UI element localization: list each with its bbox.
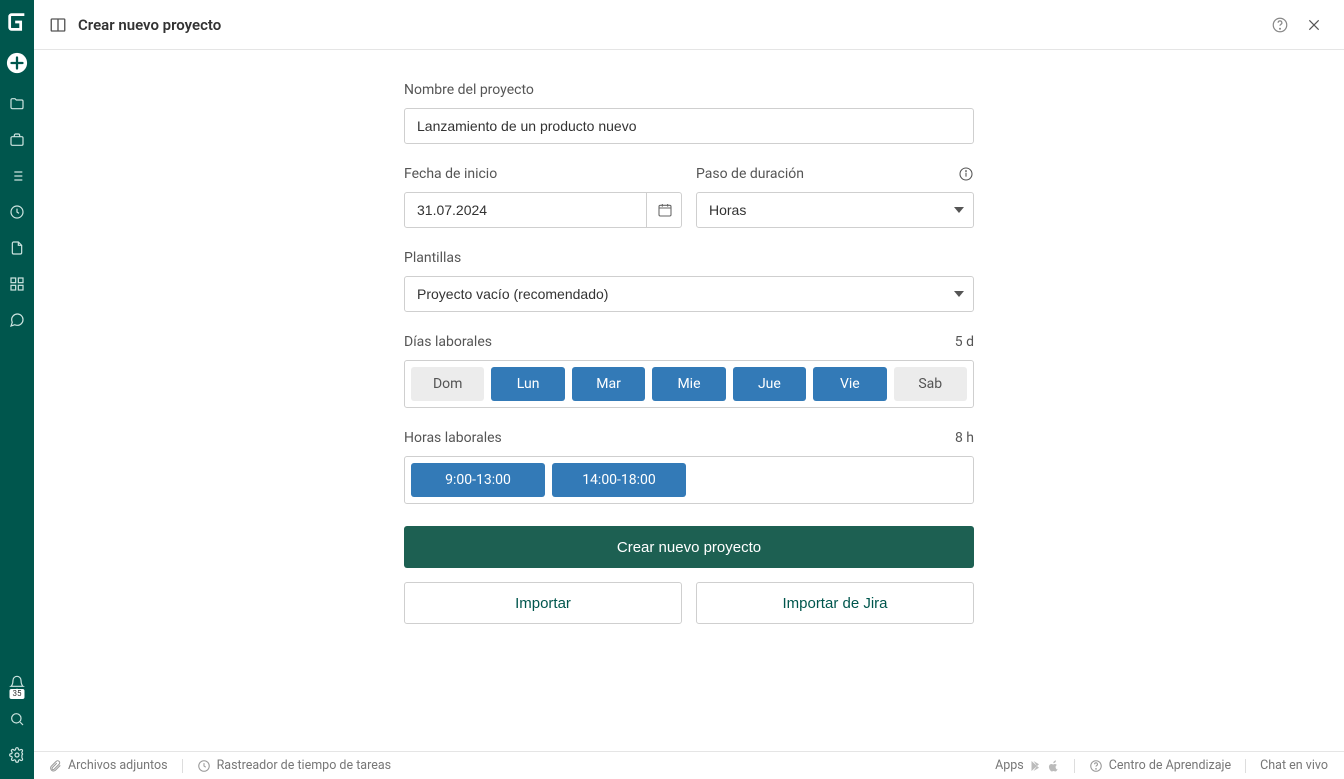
hour-chip-0[interactable]: 9:00-13:00 — [411, 463, 545, 497]
duration-step-label: Paso de duración — [696, 166, 804, 182]
templates-label: Plantillas — [404, 250, 974, 266]
import-jira-button[interactable]: Importar de Jira — [696, 582, 974, 624]
day-chip-5[interactable]: Vie — [813, 367, 886, 401]
create-project-button[interactable]: Crear nuevo proyecto — [404, 526, 974, 568]
notification-badge: 35 — [10, 689, 25, 699]
statusbar-attachments[interactable]: Archivos adjuntos — [48, 758, 168, 773]
project-name-input[interactable] — [404, 108, 974, 144]
app-logo[interactable] — [0, 0, 34, 44]
statusbar-live-chat-label: Chat en vivo — [1260, 758, 1328, 773]
sidebar-briefcase[interactable] — [0, 122, 34, 158]
day-chip-0[interactable]: Dom — [411, 367, 484, 401]
sidebar-export[interactable] — [0, 230, 34, 266]
statusbar-apps[interactable]: Apps — [995, 758, 1060, 773]
templates-select[interactable] — [404, 276, 974, 312]
page-title: Crear nuevo proyecto — [78, 16, 221, 34]
day-chip-1[interactable]: Lun — [491, 367, 564, 401]
duration-step-select[interactable] — [696, 192, 974, 228]
sidebar-apps[interactable] — [0, 266, 34, 302]
statusbar-learning-center-label: Centro de Aprendizaje — [1109, 758, 1231, 773]
view-columns-icon[interactable] — [48, 15, 68, 35]
google-play-icon — [1030, 760, 1042, 772]
start-date-input[interactable] — [404, 192, 682, 228]
sidebar-notifications[interactable]: 35 — [0, 665, 34, 701]
hour-chip-1[interactable]: 14:00-18:00 — [552, 463, 686, 497]
sidebar-list[interactable] — [0, 158, 34, 194]
sidebar-search[interactable] — [0, 701, 34, 737]
separator — [182, 759, 183, 773]
start-date-label: Fecha de inicio — [404, 166, 682, 182]
sidebar-chat[interactable] — [0, 302, 34, 338]
sidebar-folder[interactable] — [0, 86, 34, 122]
close-icon[interactable] — [1304, 15, 1324, 35]
working-hours-summary: 8 h — [955, 430, 974, 446]
statusbar-time-tracker-label: Rastreador de tiempo de tareas — [217, 758, 392, 773]
day-chip-6[interactable]: Sab — [894, 367, 967, 401]
sidebar-clock[interactable] — [0, 194, 34, 230]
working-days-picker: DomLunMarMieJueVieSab — [404, 360, 974, 408]
statusbar-live-chat[interactable]: Chat en vivo — [1260, 758, 1328, 773]
apple-icon — [1048, 760, 1060, 772]
statusbar-apps-label: Apps — [995, 758, 1024, 773]
day-chip-2[interactable]: Mar — [572, 367, 645, 401]
info-icon[interactable] — [958, 166, 974, 182]
statusbar-time-tracker[interactable]: Rastreador de tiempo de tareas — [197, 758, 392, 773]
import-button[interactable]: Importar — [404, 582, 682, 624]
working-hours-picker: 9:00-13:0014:00-18:00 — [404, 456, 974, 504]
statusbar-attachments-label: Archivos adjuntos — [68, 758, 168, 773]
project-name-label: Nombre del proyecto — [404, 82, 974, 98]
working-hours-label: Horas laborales — [404, 430, 502, 446]
help-icon[interactable] — [1270, 15, 1290, 35]
statusbar-learning-center[interactable]: Centro de Aprendizaje — [1089, 758, 1231, 773]
day-chip-4[interactable]: Jue — [733, 367, 806, 401]
separator — [1245, 759, 1246, 773]
day-chip-3[interactable]: Mie — [652, 367, 725, 401]
add-button[interactable] — [0, 46, 34, 80]
working-days-summary: 5 d — [955, 334, 974, 350]
sidebar-settings[interactable] — [0, 737, 34, 773]
separator — [1074, 759, 1075, 773]
working-days-label: Días laborales — [404, 334, 492, 350]
